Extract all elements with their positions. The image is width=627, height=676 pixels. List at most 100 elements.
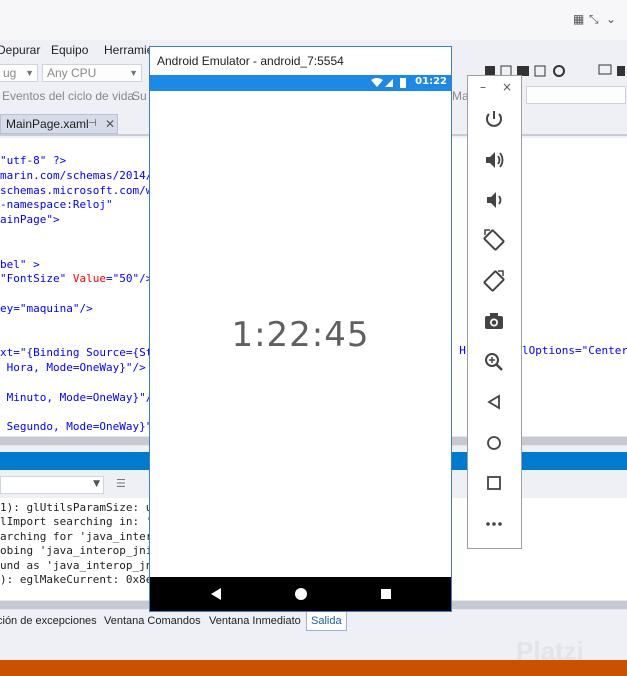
rotate-right-icon xyxy=(483,270,505,292)
back-button[interactable] xyxy=(481,389,507,415)
code-token: xt="{Binding Source={St xyxy=(0,346,153,360)
output-line: obing 'java_interop_jnic xyxy=(0,544,159,558)
menu-item-equipo[interactable]: Equipo xyxy=(51,43,88,57)
emulator-side-panel: – × xyxy=(467,75,522,549)
menu-item-herramientas[interactable]: Herramie xyxy=(104,43,153,57)
code-line: marin.com/schemas/2014/ xyxy=(0,169,152,182)
code-line: bel" > xyxy=(0,258,40,271)
emulator-title: Android Emulator - android_7:5554 xyxy=(157,54,344,68)
clock-label: 1:22:45 xyxy=(231,315,370,355)
pin-icon[interactable]: ⊣ xyxy=(88,115,97,133)
solution-config-value: ug xyxy=(3,66,17,80)
rotate-left-icon xyxy=(483,229,505,251)
code-token: marin.com/schemas/2014/ xyxy=(0,168,153,182)
status-time: 01:22 xyxy=(415,76,447,87)
code-fragment: lOptions="Center" xyxy=(522,344,627,357)
volume-down-button[interactable] xyxy=(481,187,507,213)
lifecycle-events-dropdown[interactable]: Eventos del ciclo de vida xyxy=(2,89,134,103)
clear-output-icon[interactable]: ☰ xyxy=(116,477,132,491)
minimize-button[interactable]: – xyxy=(480,80,486,94)
layout-icon[interactable]: ▦ xyxy=(573,12,584,26)
close-button[interactable]: × xyxy=(502,80,512,94)
tab-mainpage-xaml[interactable]: MainPage.xaml ⊣ ✕ xyxy=(0,114,118,134)
bottom-panel-tabs: ción de excepciones Ventana Comandos Ven… xyxy=(0,612,627,632)
code-token: "FontSize" xyxy=(0,272,67,286)
output-line: arching for 'java_intero xyxy=(0,529,159,543)
recents-icon[interactable] xyxy=(381,589,391,599)
code-token: bel" > xyxy=(0,257,40,271)
volume-up-button[interactable] xyxy=(481,147,507,173)
screenshot-button[interactable] xyxy=(481,308,507,334)
status-bar xyxy=(0,660,627,676)
code-token: ainPage"> xyxy=(0,213,60,227)
ide-titlebar: ▦ ⤡ ⌄ xyxy=(0,0,627,41)
code-token: Minuto, Mode=OneWay}"/ xyxy=(0,390,153,404)
rotate-right-button[interactable] xyxy=(481,268,507,294)
code-line: xt="{Binding Source={St xyxy=(0,346,152,359)
zoom-icon xyxy=(485,353,503,371)
status-icons xyxy=(371,78,406,88)
code-token: Hora, Mode=OneWay}"/> xyxy=(0,361,146,375)
overview-icon xyxy=(487,476,501,490)
home-icon[interactable] xyxy=(295,588,307,600)
tab-immediate-window[interactable]: Ventana Inmediato xyxy=(209,615,301,627)
code-token: -namespace:Reloj" xyxy=(0,198,113,212)
output-line: und as 'java_interop_jni xyxy=(0,558,159,572)
home-icon xyxy=(487,436,501,450)
code-token: ?> xyxy=(46,154,67,167)
back-icon[interactable] xyxy=(211,588,221,600)
power-icon xyxy=(486,111,502,127)
dropdown-arrow-icon: ▼ xyxy=(129,68,138,78)
dropdown-arrow-icon: ▼ xyxy=(93,479,100,489)
volume-up-icon xyxy=(486,152,504,168)
battery-icon xyxy=(400,78,406,88)
code-line: ey="maquina"/> xyxy=(0,302,93,315)
code-token: schemas.microsoft.com/w xyxy=(0,183,153,197)
tab-output[interactable]: Salida xyxy=(306,612,347,631)
android-emulator-window[interactable]: Android Emulator - android_7:5554 01:22 … xyxy=(149,46,452,612)
chevron-down-icon[interactable]: ⌄ xyxy=(606,12,616,26)
output-line: lImport searching in: ' xyxy=(0,515,153,529)
dropdown-arrow-icon: ▼ xyxy=(25,68,34,78)
menu-item-depurar[interactable]: Depurar xyxy=(0,43,40,57)
output-line: 1): glUtilsParamSize: un xyxy=(0,501,159,514)
code-token: "utf-8" xyxy=(0,154,47,167)
more-icon xyxy=(486,522,502,526)
quick-launch-box[interactable] xyxy=(526,86,626,104)
output-source-combo[interactable]: ▼ xyxy=(0,476,104,494)
tab-label: MainPage.xaml xyxy=(6,117,89,131)
back-icon xyxy=(487,394,500,410)
signal-icon xyxy=(385,79,393,87)
code-token: ey="maquina"/> xyxy=(0,302,93,315)
close-icon[interactable]: ✕ xyxy=(105,115,115,133)
output-line: ): eglMakeCurrent: 0x8e xyxy=(0,573,153,586)
code-line: ainPage"> xyxy=(0,213,60,226)
tab-exception-settings[interactable]: ción de excepciones xyxy=(0,615,97,627)
platform-value: Any CPU xyxy=(47,66,97,80)
more-button[interactable] xyxy=(481,511,507,537)
code-line: Minuto, Mode=OneWay}"/ xyxy=(0,390,153,404)
code-line: schemas.microsoft.com/w xyxy=(0,184,152,197)
volume-down-icon xyxy=(487,192,502,208)
home-button[interactable] xyxy=(481,430,507,456)
wifi-icon xyxy=(371,78,383,87)
overview-button[interactable] xyxy=(481,470,507,496)
solution-config-combo[interactable]: ug ▼ xyxy=(0,64,38,82)
code-line: Segundo, Mode=OneWay}" xyxy=(0,420,153,434)
code-token: ="50"/> xyxy=(105,272,153,286)
code-line: "utf-8" ?> xyxy=(0,154,66,167)
power-button[interactable] xyxy=(481,106,507,132)
code-token: Value xyxy=(66,272,106,286)
camera-icon xyxy=(485,313,503,329)
code-token: Segundo, Mode=OneWay}" xyxy=(0,420,153,434)
platform-combo[interactable]: Any CPU ▼ xyxy=(42,64,142,82)
code-line: "FontSize" Value="50"/> xyxy=(0,272,152,285)
android-nav-bar xyxy=(150,577,451,611)
zoom-button[interactable] xyxy=(481,349,507,375)
tab-command-window[interactable]: Ventana Comandos xyxy=(104,615,201,627)
rotate-left-button[interactable] xyxy=(481,227,507,253)
submenu-stub[interactable]: Su xyxy=(132,89,147,103)
android-status-bar: 01:22 xyxy=(150,75,451,91)
restore-icon[interactable]: ⤡ xyxy=(589,12,599,27)
code-line: Hora, Mode=OneWay}"/> xyxy=(0,361,146,374)
